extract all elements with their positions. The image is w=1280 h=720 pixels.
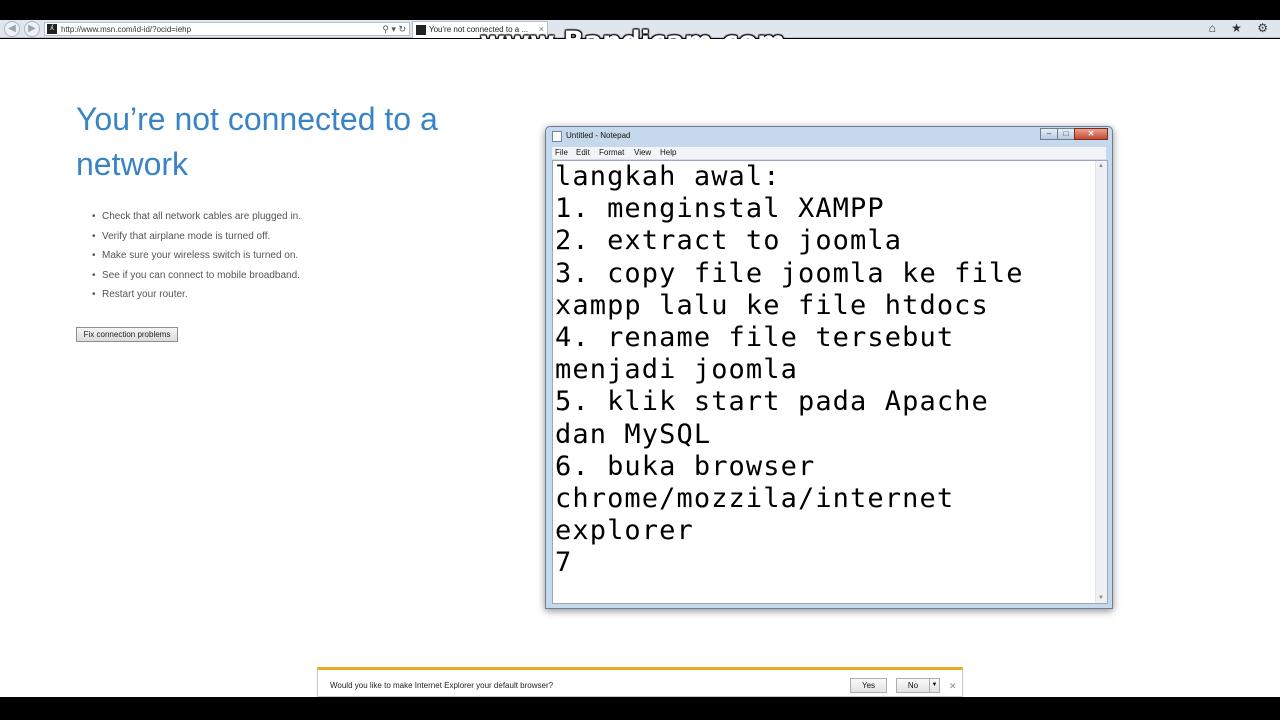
error-title: You’re not connected to a network xyxy=(76,101,438,182)
toolbar-right-icons[interactable]: ⌂ ★ ⚙ xyxy=(1209,21,1274,35)
msn-favicon-icon: ʎ xyxy=(47,24,57,34)
tip-item: Make sure your wireless switch is turned… xyxy=(92,246,301,266)
scroll-down-icon[interactable]: ▼ xyxy=(1098,595,1104,601)
troubleshooting-tips: Check that all network cables are plugge… xyxy=(92,207,301,305)
address-tools[interactable]: ⚲ ▾ ↻ xyxy=(382,23,406,36)
notepad-content[interactable]: langkah awal: 1. menginstal XAMPP 2. ext… xyxy=(555,161,1024,580)
minimize-button[interactable]: ‒ xyxy=(1040,128,1058,140)
forward-arrow-icon[interactable]: ▶ xyxy=(24,21,40,37)
fix-connection-button[interactable]: Fix connection problems xyxy=(76,327,178,342)
tip-item: Check that all network cables are plugge… xyxy=(92,207,301,227)
notification-message: Would you like to make Internet Explorer… xyxy=(330,681,554,690)
no-button[interactable]: No xyxy=(896,678,930,693)
notepad-menubar: File Edit Format View Help xyxy=(552,147,1106,160)
notepad-icon xyxy=(552,131,562,142)
notepad-title: Untitled - Notepad xyxy=(566,131,631,140)
menu-view[interactable]: View xyxy=(634,148,651,157)
chevron-down-icon[interactable]: ▼ xyxy=(929,678,940,693)
tip-item: See if you can connect to mobile broadba… xyxy=(92,266,301,286)
back-arrow-icon[interactable]: ◀ xyxy=(4,21,20,37)
maximize-button[interactable]: □ xyxy=(1057,128,1075,140)
close-button[interactable]: ✕ xyxy=(1074,128,1108,140)
browser-page: You’re not connected to a network Check … xyxy=(0,39,1280,697)
vertical-scrollbar[interactable]: ▲ ▼ xyxy=(1095,161,1107,603)
menu-file[interactable]: File xyxy=(555,148,568,157)
tab-favicon-icon xyxy=(416,25,426,35)
notepad-text-area[interactable]: langkah awal: 1. menginstal XAMPP 2. ext… xyxy=(552,160,1108,604)
yes-button[interactable]: Yes xyxy=(850,678,887,693)
notepad-window: Untitled - Notepad ‒ □ ✕ File Edit Forma… xyxy=(545,126,1113,609)
menu-edit[interactable]: Edit xyxy=(576,148,590,157)
close-icon[interactable]: ✕ xyxy=(949,681,957,692)
tip-item: Verify that airplane mode is turned off. xyxy=(92,227,301,247)
address-bar[interactable]: ʎ http://www.msn.com/id-id/?ocid=iehp ⚲ … xyxy=(44,22,410,36)
menu-help[interactable]: Help xyxy=(660,148,676,157)
notepad-titlebar[interactable]: Untitled - Notepad ‒ □ ✕ xyxy=(546,127,1112,145)
tip-item: Restart your router. xyxy=(92,285,301,305)
menu-format[interactable]: Format xyxy=(599,148,624,157)
scroll-up-icon[interactable]: ▲ xyxy=(1098,163,1104,169)
address-url[interactable]: http://www.msn.com/id-id/?ocid=iehp xyxy=(61,23,191,36)
default-browser-notification: Would you like to make Internet Explorer… xyxy=(317,667,963,697)
